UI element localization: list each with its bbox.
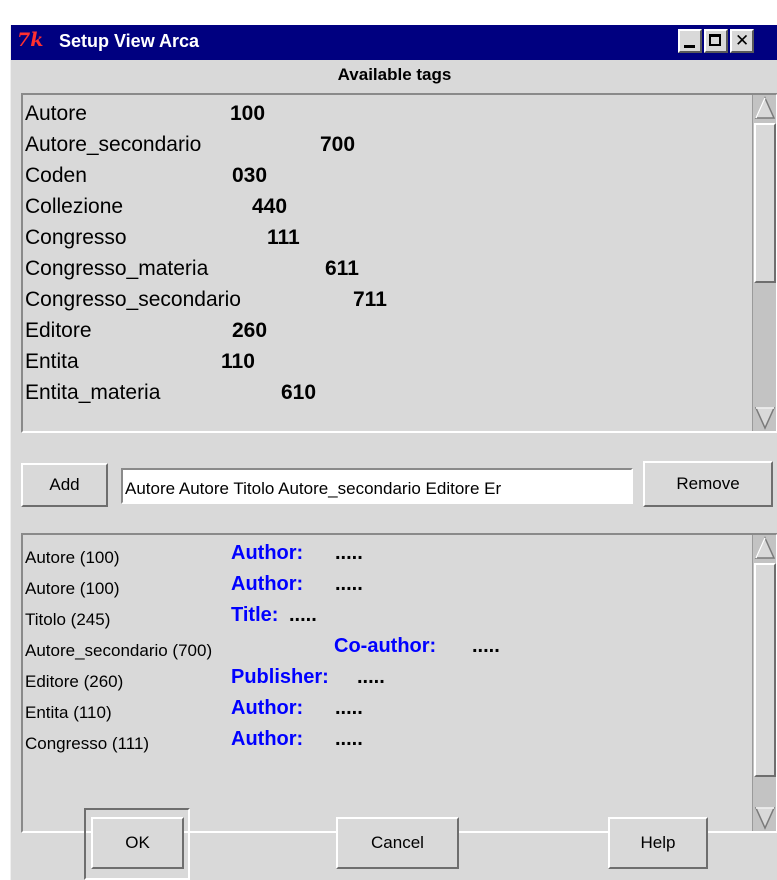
scroll-thumb[interactable] — [754, 563, 776, 777]
tag-label: Editore (260) — [25, 672, 124, 691]
tag-name: Coden — [25, 164, 87, 187]
tag-label: Titolo (245) — [25, 610, 111, 629]
tag-name: Congresso_materia — [25, 257, 209, 280]
available-tags-heading: Available tags — [337, 65, 452, 84]
tag-name: Entita_materia — [25, 381, 161, 404]
tag-name: Congresso — [25, 226, 127, 249]
scroll-down-arrow-icon[interactable] — [754, 405, 776, 431]
cancel-button[interactable]: Cancel — [336, 817, 459, 869]
window-title: Setup View Arca — [59, 31, 200, 51]
field-value: ..... — [472, 635, 500, 657]
field-value: ..... — [335, 542, 363, 564]
tag-name: Collezione — [25, 195, 124, 218]
setup-view-window: 7k Setup View Arca Available tags Autore… — [10, 25, 777, 880]
remove-button[interactable]: Remove — [643, 461, 773, 507]
tag-code: 260 — [232, 319, 268, 342]
field-value: ..... — [335, 573, 363, 595]
field-label: Author: — [231, 573, 304, 595]
selected-tags-entry[interactable] — [121, 468, 633, 504]
minimize-icon — [680, 31, 700, 51]
field-value: ..... — [335, 728, 363, 750]
field-value: ..... — [335, 697, 363, 719]
tag-code: 100 — [230, 102, 266, 125]
tag-code: 030 — [232, 164, 268, 187]
selected-tags-scrollbar[interactable] — [752, 535, 776, 831]
tag-label: Congresso (111) — [25, 734, 150, 753]
field-label: Author: — [231, 697, 304, 719]
tag-code: 610 — [281, 381, 317, 404]
field-label: Author: — [231, 728, 304, 750]
tag-name: Entita — [25, 350, 79, 373]
maximize-button[interactable] — [704, 29, 728, 53]
field-label: Co-author: — [334, 635, 437, 657]
available-tags-scrollbar[interactable] — [752, 95, 776, 431]
field-value: ..... — [357, 666, 385, 688]
close-icon — [732, 31, 752, 51]
tag-code: 700 — [320, 133, 356, 156]
add-button[interactable]: Add — [21, 463, 108, 507]
maximize-icon — [706, 31, 726, 51]
tag-code: 110 — [221, 350, 255, 373]
tag-name: Congresso_secondario — [25, 288, 241, 311]
field-label: Title: — [231, 604, 279, 626]
scroll-up-arrow-icon[interactable] — [754, 95, 776, 121]
field-label: Publisher: — [231, 666, 329, 688]
field-value: ..... — [289, 604, 317, 626]
tag-code: 711 — [353, 288, 387, 311]
help-button[interactable]: Help — [608, 817, 708, 869]
tag-label: Autore_secondario (700) — [25, 641, 213, 660]
tk-feather-icon: 7k — [17, 29, 44, 51]
ok-button[interactable]: OK — [91, 817, 184, 869]
tag-code: 440 — [252, 195, 288, 218]
selected-tags-listbox[interactable]: Autore (100) Author:..... Autore (100) Aut… — [21, 533, 777, 833]
minimize-button[interactable] — [678, 29, 702, 53]
tag-code: 611 — [325, 257, 359, 280]
scroll-down-arrow-icon[interactable] — [754, 805, 776, 831]
available-tags-listbox[interactable]: Autore 100 Autore_secondario 700 Coden 030 … — [21, 93, 777, 433]
tag-label: Entita (110) — [25, 703, 112, 722]
field-label: Author: — [231, 542, 304, 564]
close-button[interactable] — [730, 29, 754, 53]
tag-label: Autore (100) — [25, 579, 120, 598]
title-bar[interactable]: 7k Setup View Arca — [11, 25, 777, 60]
tag-label: Autore (100) — [25, 548, 120, 567]
tag-name: Autore_secondario — [25, 133, 202, 156]
tag-name: Editore — [25, 319, 92, 342]
tag-code: 111 — [267, 226, 300, 249]
scroll-thumb[interactable] — [754, 123, 776, 283]
scroll-up-arrow-icon[interactable] — [754, 535, 776, 561]
tag-name: Autore — [25, 102, 87, 125]
